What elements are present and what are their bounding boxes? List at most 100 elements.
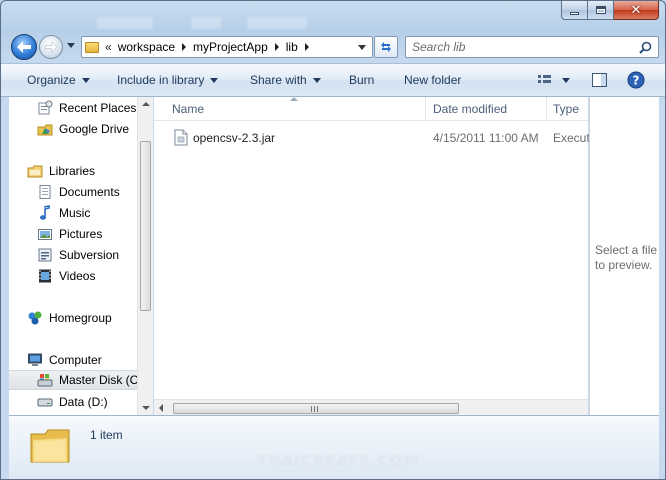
back-button[interactable] xyxy=(11,34,37,60)
breadcrumb-separator-icon[interactable] xyxy=(182,43,187,51)
change-view-button[interactable] xyxy=(537,71,573,92)
sidebar-item-music[interactable]: Music xyxy=(37,203,90,223)
preview-pane-button[interactable] xyxy=(591,71,609,92)
file-type: Execut xyxy=(553,131,590,145)
preview-message: Select a file to preview. xyxy=(595,243,658,272)
navigation-pane-scrollbar[interactable] xyxy=(137,97,153,415)
breadcrumb-separator-icon[interactable] xyxy=(274,43,279,51)
refresh-button[interactable] xyxy=(374,36,398,58)
column-label: Date modified xyxy=(433,102,508,116)
sidebar-item-label: Google Drive xyxy=(59,122,130,136)
maximize-button[interactable] xyxy=(588,1,614,20)
view-options-icon xyxy=(538,75,570,83)
column-label: Type xyxy=(553,102,580,116)
title-bar[interactable]: ✕ xyxy=(1,1,665,29)
dropdown-icon xyxy=(81,77,90,83)
table-row[interactable]: opencsv-2.3.jar 4/15/2011 11:00 AM Execu… xyxy=(154,128,590,148)
burn-label: Burn xyxy=(349,73,375,87)
sidebar-item-label: Libraries xyxy=(49,164,96,178)
new-folder-button[interactable]: New folder xyxy=(404,73,461,87)
breadcrumb-workspace[interactable]: workspace xyxy=(118,40,175,54)
caption-buttons: ✕ xyxy=(561,1,659,20)
navigation-pane: Recent Places Google Drive Libraries Doc… xyxy=(9,97,151,415)
scrollbar-thumb[interactable] xyxy=(140,141,151,311)
breadcrumb: workspace myProjectApp lib xyxy=(118,40,316,54)
watermark: THAICREATE.COM xyxy=(257,452,420,470)
sidebar-item-google-drive[interactable]: Google Drive xyxy=(37,119,129,139)
search-input[interactable] xyxy=(412,39,632,55)
column-label: Name xyxy=(172,102,205,116)
sidebar-item-subversion[interactable]: Subversion xyxy=(37,245,119,265)
sidebar-item-label: Music xyxy=(59,206,91,220)
sidebar-item-label: Computer xyxy=(49,353,102,367)
sidebar-item-master-disk[interactable]: Master Disk (C xyxy=(9,370,151,390)
scroll-up-icon[interactable] xyxy=(142,102,150,106)
breadcrumb-lib[interactable]: lib xyxy=(286,40,298,54)
organize-button[interactable]: Organize xyxy=(27,73,90,87)
sidebar-item-data-drive[interactable]: Data (D:) xyxy=(37,392,108,412)
master-disk-icon xyxy=(37,372,53,388)
file-list-horizontal-scrollbar[interactable] xyxy=(154,399,588,415)
navigation-bar: « workspace myProjectApp lib xyxy=(1,31,665,63)
address-bar[interactable]: « workspace myProjectApp lib xyxy=(81,36,373,58)
forward-arrow-icon xyxy=(45,42,57,52)
share-with-button[interactable]: Share with xyxy=(250,73,321,87)
file-list-pane: Name Date modified Type opencsv-2.3.jar … xyxy=(154,97,590,415)
close-button[interactable]: ✕ xyxy=(614,1,659,20)
pictures-icon xyxy=(37,226,53,242)
include-in-library-label: Include in library xyxy=(117,73,205,87)
title-ghost xyxy=(191,17,221,29)
sidebar-item-homegroup[interactable]: Homegroup xyxy=(27,308,112,328)
file-date-modified: 4/15/2011 11:00 AM xyxy=(433,131,539,145)
folder-icon xyxy=(30,429,70,463)
sidebar-item-label: Subversion xyxy=(59,248,120,262)
maximize-icon xyxy=(595,6,606,14)
minimize-icon xyxy=(570,11,579,15)
details-pane: 1 item THAICREATE.COM xyxy=(9,415,659,479)
search-box xyxy=(405,36,659,58)
svg-text:?: ? xyxy=(633,74,640,88)
sidebar-item-label: Videos xyxy=(59,269,96,283)
sidebar-item-videos[interactable]: Videos xyxy=(37,266,95,286)
scroll-down-icon[interactable] xyxy=(142,406,150,410)
window-frame-right xyxy=(659,97,665,479)
organize-label: Organize xyxy=(27,73,76,87)
sidebar-item-pictures[interactable]: Pictures xyxy=(37,224,102,244)
sidebar-item-label: Data (D:) xyxy=(59,395,108,409)
address-dropdown-icon[interactable] xyxy=(358,45,366,50)
recent-pages-dropdown[interactable] xyxy=(67,43,75,48)
computer-icon xyxy=(27,352,43,368)
sidebar-item-computer[interactable]: Computer xyxy=(27,350,102,370)
subversion-icon xyxy=(37,247,53,263)
sidebar-item-documents[interactable]: Documents xyxy=(37,182,120,202)
minimize-button[interactable] xyxy=(561,1,588,20)
folder-icon xyxy=(85,41,99,53)
column-header-date-modified[interactable]: Date modified xyxy=(427,97,547,121)
scrollbar-thumb[interactable] xyxy=(173,403,459,414)
share-with-label: Share with xyxy=(250,73,307,87)
search-icon[interactable] xyxy=(639,41,652,54)
sidebar-item-recent-places[interactable]: Recent Places xyxy=(37,98,136,118)
forward-button[interactable] xyxy=(39,35,63,59)
documents-icon xyxy=(37,184,53,200)
column-header-type[interactable]: Type xyxy=(547,97,588,121)
help-button[interactable]: ? xyxy=(627,71,645,92)
dropdown-icon xyxy=(210,77,219,83)
sidebar-item-libraries[interactable]: Libraries xyxy=(27,161,95,181)
preview-pane: Select a file to preview. xyxy=(589,97,659,415)
videos-icon xyxy=(37,268,53,284)
recent-places-icon xyxy=(37,100,53,116)
sidebar-item-label: Pictures xyxy=(59,227,103,241)
include-in-library-button[interactable]: Include in library xyxy=(117,73,219,87)
breadcrumb-overflow[interactable]: « xyxy=(105,40,112,54)
scroll-left-icon[interactable] xyxy=(159,404,163,412)
breadcrumb-myprojectapp[interactable]: myProjectApp xyxy=(193,40,268,54)
jar-file-icon xyxy=(174,129,188,146)
breadcrumb-separator-icon[interactable] xyxy=(304,43,309,51)
title-ghost xyxy=(97,17,153,29)
dropdown-icon xyxy=(312,77,321,83)
help-icon: ? xyxy=(627,71,645,89)
new-folder-label: New folder xyxy=(404,73,462,87)
burn-button[interactable]: Burn xyxy=(349,73,374,87)
item-count: 1 item xyxy=(90,428,123,442)
